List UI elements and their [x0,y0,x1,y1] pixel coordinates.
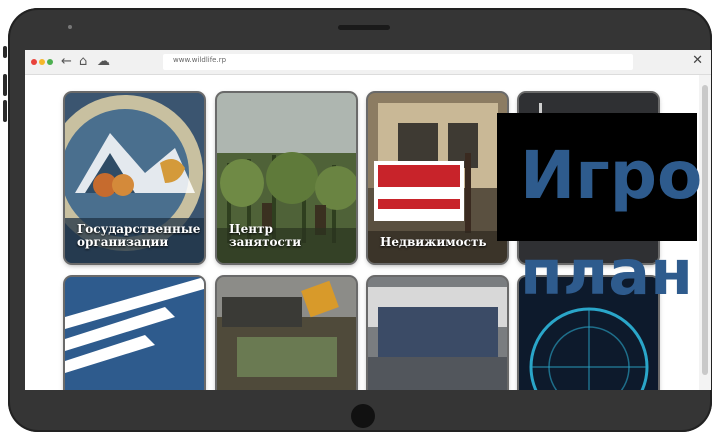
overlay-subtitle: план [520,236,693,309]
bus-interior-icon [368,277,507,390]
vertical-scrollbar[interactable] [699,75,711,390]
home-icon[interactable]: ⌂ [79,53,87,71]
tile-label: Государственные организации [77,222,201,249]
side-button-volume-down[interactable] [3,100,7,122]
tile-label: Центр занятости [229,222,302,249]
browser-toolbar: ← ⌂ ☁ www.wildlife.rp ✕ [25,50,711,75]
back-arrow-icon[interactable]: ← [61,53,72,71]
chat-icon[interactable]: ☁ [97,53,110,71]
minimize-dot[interactable] [39,59,45,65]
close-tab-icon[interactable]: ✕ [692,53,703,68]
tile-employment-center[interactable]: Центр занятости [217,93,356,263]
close-dot[interactable] [31,59,37,65]
home-button[interactable] [351,404,375,428]
side-button-volume-up[interactable] [3,74,7,96]
url-text: www.wildlife.rp [173,56,227,64]
bus-stop-icon [217,277,356,390]
scrollbar-thumb[interactable] [702,85,708,375]
tile-real-estate[interactable]: Недвижимость [368,93,507,263]
tile-government[interactable]: Государственные организации [65,93,204,263]
address-bar[interactable]: www.wildlife.rp [163,54,633,70]
speaker-slot [338,25,390,30]
blue-stripes-logo-icon [65,277,204,390]
tile-bus-interior[interactable] [368,277,507,390]
tile-blue-stripes[interactable] [65,277,204,390]
side-button-power[interactable] [3,46,7,58]
overlay-title: Игро [520,137,703,214]
camera-dot [68,25,72,29]
tile-label: Недвижимость [380,235,487,249]
maximize-dot[interactable] [47,59,53,65]
tile-bus-stop[interactable] [217,277,356,390]
